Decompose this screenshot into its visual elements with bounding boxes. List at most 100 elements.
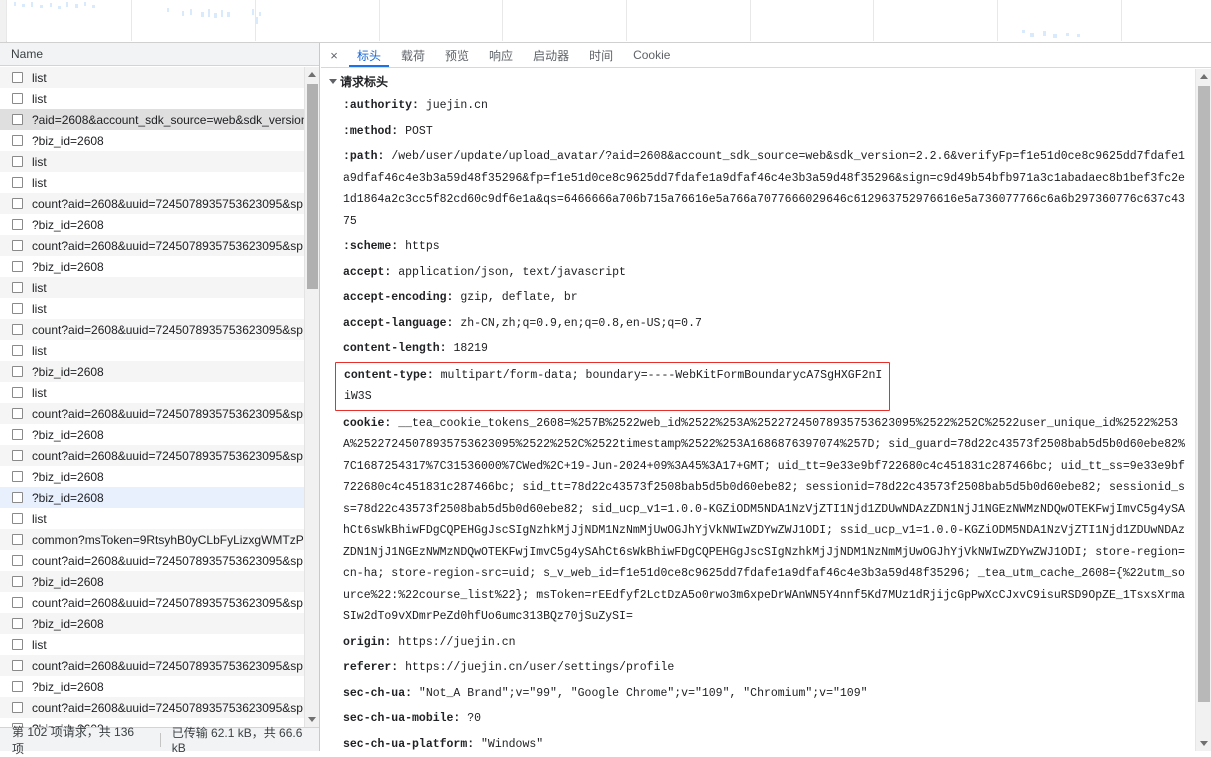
row-checkbox[interactable] <box>12 660 23 671</box>
table-row[interactable]: count?aid=2608&uuid=7245078935753623095&… <box>0 697 319 718</box>
row-checkbox[interactable] <box>12 240 23 251</box>
table-row[interactable]: count?aid=2608&uuid=7245078935753623095&… <box>0 550 319 571</box>
table-row[interactable]: ?biz_id=2608 <box>0 214 319 235</box>
table-row[interactable]: count?aid=2608&uuid=7245078935753623095&… <box>0 235 319 256</box>
chevron-down-icon[interactable] <box>329 79 337 84</box>
table-row[interactable]: list <box>0 151 319 172</box>
table-row[interactable]: list <box>0 508 319 529</box>
header-row[interactable]: :authority: juejin.cn <box>321 93 1195 119</box>
table-row[interactable]: list <box>0 172 319 193</box>
header-row[interactable]: :method: POST <box>321 119 1195 145</box>
row-checkbox[interactable] <box>12 597 23 608</box>
table-row[interactable]: count?aid=2608&uuid=7245078935753623095&… <box>0 403 319 424</box>
table-row[interactable]: list <box>0 382 319 403</box>
detail-scroll-up-arrow-icon[interactable] <box>1196 69 1211 84</box>
row-checkbox[interactable] <box>12 324 23 335</box>
row-checkbox[interactable] <box>12 513 23 524</box>
tab-5[interactable]: 启动器 <box>523 43 579 67</box>
request-list-column-header[interactable]: Name <box>0 43 319 66</box>
table-row[interactable]: ?aid=2608&account_sdk_source=web&sdk_ver… <box>0 109 319 130</box>
row-checkbox[interactable] <box>12 198 23 209</box>
detail-scrollbar-thumb[interactable] <box>1198 86 1210 702</box>
request-list-body[interactable]: list list ?aid=2608&account_sdk_source=web… <box>0 67 319 727</box>
header-row[interactable]: accept-language: zh-CN,zh;q=0.9,en;q=0.8… <box>321 311 1195 337</box>
header-row[interactable]: sec-ch-ua: "Not_A Brand";v="99", "Google… <box>321 681 1195 707</box>
row-checkbox[interactable] <box>12 114 23 125</box>
header-row[interactable]: accept: application/json, text/javascrip… <box>321 260 1195 286</box>
table-row[interactable]: list <box>0 67 319 88</box>
table-row[interactable]: list <box>0 277 319 298</box>
table-row[interactable]: ?biz_id=2608 <box>0 571 319 592</box>
table-row[interactable]: ?biz_id=2608 <box>0 613 319 634</box>
detail-scrollbar[interactable] <box>1195 69 1211 751</box>
row-checkbox[interactable] <box>12 261 23 272</box>
tab-7[interactable]: Cookie <box>623 43 680 67</box>
row-checkbox[interactable] <box>12 639 23 650</box>
table-row[interactable]: count?aid=2608&uuid=7245078935753623095&… <box>0 319 319 340</box>
detail-tab-bar[interactable]: × 标头 载荷 预览 响应 启动器 时间 Cookie <box>321 43 1211 68</box>
network-overview-timeline[interactable] <box>0 0 1211 43</box>
header-row[interactable]: origin: https://juejin.cn <box>321 630 1195 656</box>
table-row[interactable]: list <box>0 340 319 361</box>
header-row[interactable]: referer: https://juejin.cn/user/settings… <box>321 655 1195 681</box>
close-icon[interactable]: × <box>321 43 347 67</box>
scrollbar-thumb[interactable] <box>307 84 318 289</box>
row-checkbox[interactable] <box>12 471 23 482</box>
row-checkbox[interactable] <box>12 618 23 629</box>
table-row[interactable]: ?biz_id=2608 <box>0 424 319 445</box>
header-row[interactable]: :path: /web/user/update/upload_avatar/?a… <box>321 144 1195 234</box>
header-row[interactable]: sec-ch-ua-mobile: ?0 <box>321 706 1195 732</box>
row-checkbox[interactable] <box>12 450 23 461</box>
row-checkbox[interactable] <box>12 429 23 440</box>
row-checkbox[interactable] <box>12 345 23 356</box>
scrollbar-track[interactable] <box>305 82 319 712</box>
table-row[interactable]: common?msToken=9RtsyhB0yCLbFyLizxgWMTzPI… <box>0 529 319 550</box>
row-checkbox[interactable] <box>12 219 23 230</box>
request-list-scrollbar[interactable] <box>304 67 319 727</box>
table-row[interactable]: ?biz_id=2608 <box>0 466 319 487</box>
table-row[interactable]: count?aid=2608&uuid=7245078935753623095&… <box>0 592 319 613</box>
tab-4[interactable]: 响应 <box>479 43 523 67</box>
row-checkbox[interactable] <box>12 408 23 419</box>
row-checkbox[interactable] <box>12 177 23 188</box>
headers-scroll-region[interactable]: 请求标头 :authority: juejin.cn:method: POST:… <box>321 69 1195 751</box>
row-checkbox[interactable] <box>12 702 23 713</box>
tab-3[interactable]: 预览 <box>435 43 479 67</box>
row-checkbox[interactable] <box>12 555 23 566</box>
row-checkbox[interactable] <box>12 576 23 587</box>
header-row[interactable]: sec-ch-ua-platform: "Windows" <box>321 732 1195 752</box>
table-row[interactable]: list <box>0 298 319 319</box>
row-checkbox[interactable] <box>12 72 23 83</box>
scroll-up-arrow-icon[interactable] <box>305 67 319 82</box>
table-row[interactable]: list <box>0 88 319 109</box>
row-checkbox[interactable] <box>12 387 23 398</box>
tab-1[interactable]: 标头 <box>347 43 391 67</box>
row-checkbox[interactable] <box>12 303 23 314</box>
table-row[interactable]: count?aid=2608&uuid=7245078935753623095&… <box>0 655 319 676</box>
table-row[interactable]: ?biz_id=2608 <box>0 256 319 277</box>
row-checkbox[interactable] <box>12 492 23 503</box>
table-row[interactable]: ?biz_id=2608 <box>0 130 319 151</box>
header-row[interactable]: content-length: 18219 <box>321 336 1195 362</box>
tab-2[interactable]: 载荷 <box>391 43 435 67</box>
row-checkbox[interactable] <box>12 534 23 545</box>
row-checkbox[interactable] <box>12 135 23 146</box>
table-row[interactable]: count?aid=2608&uuid=7245078935753623095&… <box>0 445 319 466</box>
table-row[interactable]: ?biz_id=2608 <box>0 361 319 382</box>
table-row[interactable]: count?aid=2608&uuid=7245078935753623095&… <box>0 193 319 214</box>
detail-scroll-down-arrow-icon[interactable] <box>1196 736 1211 751</box>
request-headers-section-title[interactable]: 请求标头 <box>321 69 1195 93</box>
row-checkbox[interactable] <box>12 156 23 167</box>
row-checkbox[interactable] <box>12 366 23 377</box>
header-row[interactable]: cookie: __tea_cookie_tokens_2608=%257B%2… <box>321 411 1195 630</box>
row-checkbox[interactable] <box>12 93 23 104</box>
table-row[interactable]: ?biz_id=2608 <box>0 676 319 697</box>
tab-6[interactable]: 时间 <box>579 43 623 67</box>
column-header-name[interactable]: Name <box>0 43 43 65</box>
table-row[interactable]: list <box>0 634 319 655</box>
row-checkbox[interactable] <box>12 282 23 293</box>
header-row-highlighted[interactable]: content-type: multipart/form-data; bound… <box>335 361 890 411</box>
table-row[interactable]: ?biz_id=2608 <box>0 487 319 508</box>
header-row[interactable]: :scheme: https <box>321 234 1195 260</box>
header-row[interactable]: accept-encoding: gzip, deflate, br <box>321 285 1195 311</box>
